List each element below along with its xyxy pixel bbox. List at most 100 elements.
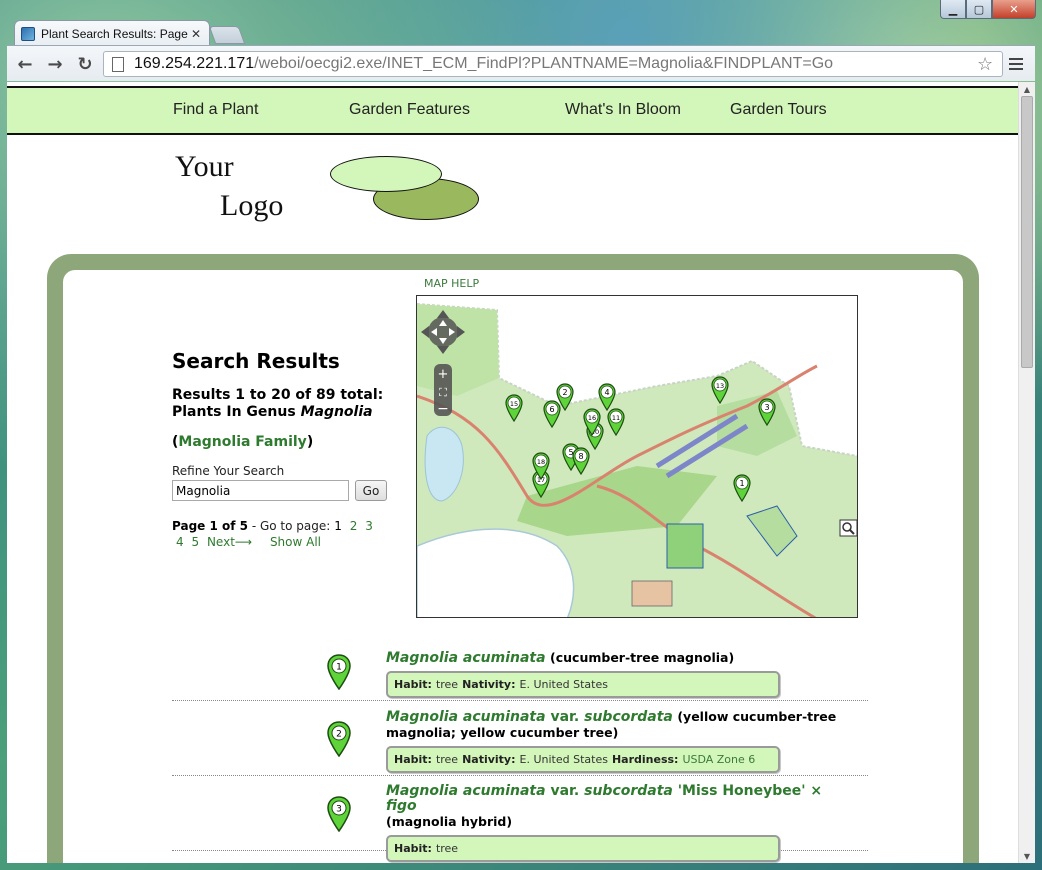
- svg-text:15: 15: [510, 400, 518, 408]
- result-name: Magnolia acuminata var. subcordata 'Miss…: [386, 784, 856, 830]
- nativity-label: Nativity:: [462, 678, 516, 691]
- tab-close-icon[interactable]: ✕: [189, 27, 203, 41]
- nav-find-a-plant[interactable]: Find a Plant: [173, 101, 258, 119]
- result-name: Magnolia acuminata (cucumber-tree magnol…: [386, 650, 856, 666]
- browser-tab[interactable]: Plant Search Results: Page ✕: [14, 20, 210, 46]
- svg-text:⛶: ⛶: [439, 386, 447, 399]
- habit-value: tree: [435, 753, 459, 766]
- result-scientific-name[interactable]: Magnolia acuminata: [386, 650, 546, 666]
- map-magnifier-icon[interactable]: [839, 519, 857, 537]
- garden-map[interactable]: + ⛶ − 123456810111315161718: [416, 295, 858, 618]
- result-marker-icon[interactable]: 1: [327, 654, 351, 690]
- map-building-garden: [666, 523, 704, 569]
- result-body: Magnolia acuminata (cucumber-tree magnol…: [386, 650, 856, 698]
- pagination: Page 1 of 5 - Go to page: 1 2 3 4 5 Next⟶…: [172, 518, 392, 550]
- hardiness-label: Hardiness:: [611, 753, 679, 766]
- scroll-up-icon[interactable]: ▲: [1019, 82, 1035, 96]
- map-building: [631, 580, 673, 607]
- page-label: Page 1 of 5: [172, 519, 248, 533]
- page-current: 1: [334, 519, 342, 533]
- menu-icon[interactable]: [1005, 53, 1027, 75]
- map-help-link[interactable]: MAP HELP: [424, 277, 479, 290]
- close-window-button[interactable]: ✕: [992, 0, 1036, 19]
- show-all-link[interactable]: Show All: [270, 535, 321, 549]
- svg-text:4: 4: [604, 388, 609, 397]
- svg-text:13: 13: [716, 382, 724, 390]
- family-link[interactable]: Magnolia Family: [178, 434, 306, 450]
- result-marker-icon[interactable]: 3: [327, 796, 351, 832]
- result-item: 1 Magnolia acuminata (cucumber-tree magn…: [172, 642, 868, 701]
- new-tab-button[interactable]: [208, 26, 246, 44]
- nav-garden-features[interactable]: Garden Features: [349, 101, 470, 119]
- result-attributes: Habit: tree Nativity: E. United States Har…: [386, 746, 780, 773]
- page-icon: [112, 56, 124, 72]
- result-marker-icon[interactable]: 2: [327, 721, 351, 757]
- logo-ellipse-light: [330, 156, 442, 192]
- page-viewport: Find a Plant Garden Features What's In B…: [7, 82, 1018, 863]
- logo-text-line2: Logo: [220, 189, 284, 222]
- nav-whats-in-bloom[interactable]: What's In Bloom: [565, 101, 681, 119]
- reload-button[interactable]: ↻: [73, 52, 97, 76]
- bookmark-star-icon[interactable]: ☆: [977, 54, 993, 75]
- habit-label: Habit:: [394, 753, 432, 766]
- map-river: [417, 528, 575, 617]
- page-link-2[interactable]: 2: [350, 519, 358, 533]
- result-scientific-name[interactable]: Magnolia acuminata var. subcordata 'Miss…: [386, 783, 822, 814]
- result-item: 2 Magnolia acuminata var. subcordata (ye…: [172, 701, 868, 776]
- svg-text:2: 2: [562, 388, 567, 397]
- nativity-label: Nativity:: [462, 753, 516, 766]
- browser-toolbar: ← → ↻ 169.254.221.171/weboi/oecgi2.exe/I…: [7, 45, 1035, 81]
- back-button[interactable]: ←: [13, 52, 37, 76]
- goto-label: - Go to page:: [248, 519, 331, 533]
- vertical-scrollbar[interactable]: ▲ ▼: [1018, 82, 1035, 863]
- refine-search-input[interactable]: [172, 480, 349, 501]
- logo-text-line1: Your: [175, 150, 234, 183]
- url-host: 169.254.221.171: [134, 55, 255, 72]
- tab-title: Plant Search Results: Page: [41, 26, 188, 41]
- search-panel: Search Results Results 1 to 20 of 89 tot…: [172, 349, 392, 550]
- maximize-button[interactable]: ▢: [966, 0, 992, 19]
- refine-row: Go: [172, 480, 392, 501]
- hardiness-link[interactable]: USDA Zone 6: [682, 753, 755, 766]
- family-paren-close: ): [306, 434, 314, 450]
- family-line: (Magnolia Family): [172, 434, 392, 450]
- result-scientific-name[interactable]: Magnolia acuminata var. subcordata: [386, 709, 673, 725]
- result-common-name: (cucumber-tree magnolia): [550, 650, 735, 665]
- result-attributes: Habit: tree: [386, 835, 780, 862]
- map-zone-northwest: [417, 304, 499, 396]
- svg-text:2: 2: [336, 730, 342, 740]
- map-svg: + ⛶ − 123456810111315161718: [417, 303, 857, 617]
- top-navigation: Find a Plant Garden Features What's In B…: [7, 86, 1018, 135]
- search-results-title: Search Results: [172, 349, 340, 373]
- habit-label: Habit:: [394, 842, 432, 855]
- scrollbar-thumb[interactable]: [1021, 96, 1033, 368]
- svg-text:18: 18: [537, 458, 545, 466]
- minimize-button[interactable]: ▁: [940, 0, 966, 19]
- svg-text:1: 1: [336, 663, 342, 673]
- result-body: Magnolia acuminata var. subcordata (yell…: [386, 709, 856, 773]
- nativity-value: E. United States: [519, 753, 608, 766]
- nativity-value: E. United States: [519, 678, 608, 691]
- svg-text:6: 6: [549, 405, 554, 414]
- favicon-icon: [21, 26, 35, 41]
- genus-name: Magnolia: [300, 404, 373, 420]
- window-controls: ▁ ▢ ✕: [940, 0, 1036, 19]
- svg-text:16: 16: [588, 414, 596, 422]
- page-link-5[interactable]: 5: [191, 535, 199, 549]
- map-zoom-control[interactable]: + ⛶ −: [434, 364, 452, 417]
- url-path: /weboi/oecgi2.exe/INET_ECM_FindPl?PLANTN…: [254, 55, 834, 72]
- next-page-link[interactable]: Next⟶: [207, 535, 252, 549]
- results-count-text: Results 1 to 20 of 89 total:: [172, 387, 384, 403]
- result-attributes: Habit: tree Nativity: E. United States: [386, 671, 780, 698]
- forward-button[interactable]: →: [43, 52, 67, 76]
- habit-value: tree: [435, 678, 459, 691]
- page-link-4[interactable]: 4: [176, 535, 184, 549]
- page-link-3[interactable]: 3: [365, 519, 373, 533]
- scroll-down-icon[interactable]: ▼: [1019, 849, 1035, 863]
- address-bar[interactable]: 169.254.221.171/weboi/oecgi2.exe/INET_EC…: [103, 51, 1003, 77]
- nav-garden-tours[interactable]: Garden Tours: [730, 101, 827, 119]
- go-button[interactable]: Go: [355, 480, 387, 501]
- svg-text:1: 1: [739, 479, 744, 488]
- title-bar: Plant Search Results: Page ✕ ▁ ▢ ✕: [0, 0, 1042, 46]
- result-item: 3 Magnolia acuminata var. subcordata 'Mi…: [172, 776, 868, 862]
